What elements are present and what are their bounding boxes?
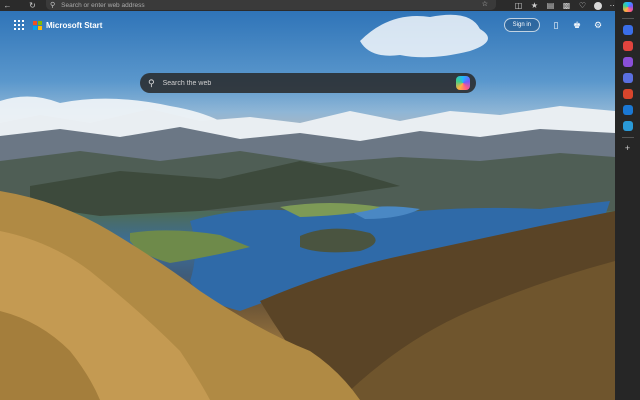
refresh-icon[interactable]: ↻	[27, 0, 38, 11]
edge-sidebar: +	[615, 0, 640, 400]
search-icon: ⚲	[148, 77, 155, 88]
back-icon[interactable]: ←	[2, 0, 13, 11]
ms-start-header: Microsoft Start	[14, 20, 102, 30]
browser-toolbar: ← ↻ ⚲ Search or enter web address ☆ ◫ ★ …	[0, 0, 640, 11]
mobile-icon[interactable]: ▯	[551, 20, 561, 30]
address-bar[interactable]: ⚲ Search or enter web address ☆	[46, 0, 496, 10]
rewards-icon[interactable]: ♚	[572, 20, 582, 30]
browser-essentials-icon[interactable]: ♡	[578, 0, 587, 11]
sidebar-divider	[621, 18, 634, 19]
outlook-icon[interactable]	[622, 105, 633, 115]
tools-icon[interactable]	[622, 57, 633, 67]
games-icon[interactable]	[622, 73, 633, 83]
extensions-icon[interactable]: ▩	[562, 0, 571, 11]
background-landscape-image	[0, 14, 615, 400]
toolbar-right-icons: ◫ ★ ▤ ▩ ♡ ⋯	[514, 0, 618, 11]
profile-icon[interactable]	[594, 1, 602, 10]
sidebar-divider	[621, 137, 634, 138]
brand[interactable]: Microsoft Start	[33, 20, 103, 30]
copilot-icon[interactable]	[622, 2, 633, 12]
browser-window: ← ↻ ⚲ Search or enter web address ☆ ◫ ★ …	[0, 0, 640, 400]
search-icon[interactable]	[622, 25, 633, 35]
tasks-icon[interactable]	[622, 121, 633, 131]
favorite-star-icon[interactable]: ☆	[482, 0, 488, 8]
app-launcher-icon[interactable]	[14, 20, 24, 30]
address-placeholder: Search or enter web address	[61, 1, 145, 9]
copilot-icon[interactable]	[456, 76, 470, 90]
office-icon[interactable]	[622, 89, 633, 99]
split-screen-icon[interactable]: ◫	[514, 0, 523, 11]
settings-icon[interactable]: ⚙	[593, 20, 603, 30]
collections-icon[interactable]: ▤	[546, 0, 555, 11]
brand-name: Microsoft Start	[46, 20, 103, 30]
header-actions: Sign in ▯ ♚ ⚙	[503, 18, 603, 32]
shopping-icon[interactable]	[622, 41, 633, 51]
add-icon[interactable]: +	[625, 144, 630, 153]
microsoft-logo-icon	[33, 20, 42, 30]
search-input[interactable]	[162, 79, 433, 87]
new-tab-page: Microsoft Start Sign in ▯ ♚ ⚙ ⚲	[0, 11, 615, 400]
web-search-box[interactable]: ⚲	[140, 73, 476, 93]
search-icon: ⚲	[50, 2, 56, 9]
favorites-icon[interactable]: ★	[530, 0, 539, 11]
sign-in-button[interactable]: Sign in	[503, 18, 540, 32]
